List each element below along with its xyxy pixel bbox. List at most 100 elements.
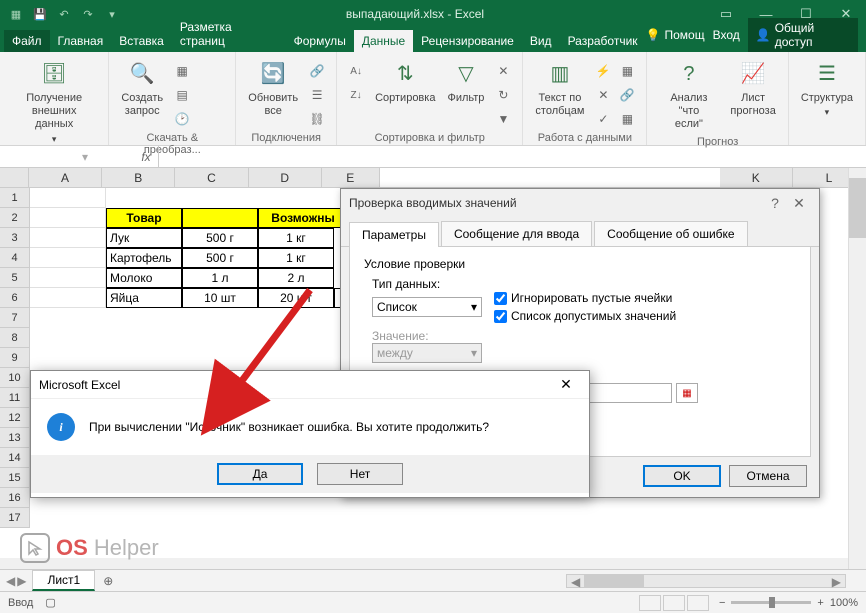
help-button[interactable]: 💡 Помощ xyxy=(646,28,705,42)
col-header[interactable]: D xyxy=(249,168,322,187)
row-header[interactable]: 3 xyxy=(0,228,30,248)
cell[interactable]: 1 кг xyxy=(258,228,334,248)
zoom-out-icon[interactable]: − xyxy=(719,597,725,609)
cell[interactable]: 1 кг xyxy=(258,248,334,268)
cell[interactable]: Яйца xyxy=(106,288,182,308)
sheet-tab[interactable]: Лист1 xyxy=(32,570,95,591)
type-select[interactable]: Список▾ xyxy=(372,297,482,317)
flash-fill-icon[interactable]: ⚡ xyxy=(592,60,614,82)
row-header[interactable]: 12 xyxy=(0,408,30,428)
share-button[interactable]: 👤 Общий доступ xyxy=(748,18,858,52)
range-selector-icon[interactable]: ▦ xyxy=(676,383,698,403)
in-cell-dropdown-checkbox[interactable]: Список допустимых значений xyxy=(494,309,676,323)
relationships-icon[interactable]: 🔗 xyxy=(616,84,638,106)
tab-review[interactable]: Рецензирование xyxy=(413,30,522,52)
row-header[interactable]: 8 xyxy=(0,328,30,348)
tab-formulas[interactable]: Формулы xyxy=(286,30,354,52)
tab-pagelayout[interactable]: Разметка страниц xyxy=(172,16,286,52)
reapply-icon[interactable]: ↻ xyxy=(492,84,514,106)
zoom-slider[interactable] xyxy=(731,601,811,604)
tab-developer[interactable]: Разработчик xyxy=(560,30,646,52)
filter-button[interactable]: ▽Фильтр xyxy=(443,56,488,107)
tab-file[interactable]: Файл xyxy=(4,30,50,52)
tab-error-alert[interactable]: Сообщение об ошибке xyxy=(594,221,747,246)
vertical-scrollbar[interactable] xyxy=(848,168,866,569)
recent-sources-icon[interactable]: 🕑 xyxy=(171,108,193,130)
row-header[interactable]: 7 xyxy=(0,308,30,328)
page-layout-view-icon[interactable] xyxy=(663,595,685,611)
sheet-nav-next-icon[interactable]: ▶ xyxy=(17,574,26,588)
row-header[interactable]: 15 xyxy=(0,468,30,488)
get-external-data-button[interactable]: 🗄Получение внешних данных▾ xyxy=(8,56,100,146)
col-header[interactable]: A xyxy=(29,168,102,187)
manage-model-icon[interactable]: ▦ xyxy=(616,108,638,130)
cell[interactable]: Лук xyxy=(106,228,182,248)
properties-icon[interactable]: ☰ xyxy=(306,84,328,106)
col-header[interactable]: K xyxy=(720,168,793,187)
redo-icon[interactable]: ↷ xyxy=(76,0,100,28)
ignore-blank-checkbox[interactable]: Игнорировать пустые ячейки xyxy=(494,291,676,305)
advanced-icon[interactable]: ▼ xyxy=(492,108,514,130)
row-header[interactable]: 2 xyxy=(0,208,30,228)
macro-record-icon[interactable]: ▢ xyxy=(45,596,55,609)
add-sheet-icon[interactable]: ⊕ xyxy=(95,574,121,588)
clear-filter-icon[interactable]: ✕ xyxy=(492,60,514,82)
tab-input-message[interactable]: Сообщение для ввода xyxy=(441,221,592,246)
cell[interactable]: 500 г xyxy=(182,248,258,268)
cell[interactable]: 10 шт xyxy=(182,288,258,308)
consolidate-icon[interactable]: ▦ xyxy=(616,60,638,82)
row-header[interactable]: 5 xyxy=(0,268,30,288)
formula-input[interactable] xyxy=(158,146,866,167)
col-header[interactable]: C xyxy=(175,168,248,187)
tab-view[interactable]: Вид xyxy=(522,30,560,52)
connections-icon[interactable]: 🔗 xyxy=(306,60,328,82)
sort-az-icon[interactable]: A↓ xyxy=(345,60,367,82)
help-icon[interactable]: ? xyxy=(763,195,787,211)
normal-view-icon[interactable] xyxy=(639,595,661,611)
forecast-button[interactable]: 📈Лист прогноза xyxy=(726,56,779,120)
col-header[interactable]: B xyxy=(102,168,175,187)
cell[interactable]: 20 шт xyxy=(258,288,334,308)
tab-insert[interactable]: Вставка xyxy=(111,30,172,52)
row-header[interactable]: 16 xyxy=(0,488,30,508)
tab-parameters[interactable]: Параметры xyxy=(349,222,439,247)
new-query-button[interactable]: 🔍Создать запрос xyxy=(117,56,167,120)
close-icon[interactable]: ✕ xyxy=(787,195,811,212)
cell[interactable]: Товар xyxy=(106,208,182,228)
tab-home[interactable]: Главная xyxy=(50,30,112,52)
close-icon[interactable]: ✕ xyxy=(551,376,581,393)
zoom-level[interactable]: 100% xyxy=(830,597,858,609)
save-icon[interactable]: 💾 xyxy=(28,0,52,28)
row-header[interactable]: 4 xyxy=(0,248,30,268)
cell[interactable]: 500 г xyxy=(182,228,258,248)
undo-icon[interactable]: ↶ xyxy=(52,0,76,28)
row-header[interactable]: 10 xyxy=(0,368,30,388)
row-header[interactable]: 11 xyxy=(0,388,30,408)
cancel-button[interactable]: Отмена xyxy=(729,465,807,487)
page-break-view-icon[interactable] xyxy=(687,595,709,611)
cell[interactable]: 1 л xyxy=(182,268,258,288)
cell[interactable]: Картофель xyxy=(106,248,182,268)
qat-more-icon[interactable]: ▾ xyxy=(100,0,124,28)
sheet-nav-prev-icon[interactable]: ◀ xyxy=(6,574,15,588)
yes-button[interactable]: Да xyxy=(217,463,303,485)
cell[interactable]: 2 л xyxy=(258,268,334,288)
zoom-in-icon[interactable]: + xyxy=(817,597,823,609)
signin-button[interactable]: Вход xyxy=(713,28,740,42)
tab-data[interactable]: Данные xyxy=(354,30,413,52)
outline-button[interactable]: ☰Структура▾ xyxy=(797,56,857,120)
col-header[interactable]: E xyxy=(322,168,380,187)
row-header[interactable]: 6 xyxy=(0,288,30,308)
row-header[interactable]: 1 xyxy=(0,188,30,208)
cell[interactable]: Молоко xyxy=(106,268,182,288)
text-to-columns-button[interactable]: ▥Текст по столбцам xyxy=(531,56,588,120)
show-queries-icon[interactable]: ▦ xyxy=(171,60,193,82)
sort-button[interactable]: ⇅Сортировка xyxy=(371,56,439,107)
whatif-button[interactable]: ?Анализ "что если" xyxy=(655,56,722,134)
data-validation-icon[interactable]: ✓ xyxy=(592,108,614,130)
from-table-icon[interactable]: ▤ xyxy=(171,84,193,106)
horizontal-scrollbar[interactable]: ◀▶ xyxy=(121,574,866,588)
refresh-all-button[interactable]: 🔄Обновить все xyxy=(244,56,302,120)
fx-icon[interactable]: fx xyxy=(134,150,158,164)
edit-links-icon[interactable]: ⛓ xyxy=(306,108,328,130)
